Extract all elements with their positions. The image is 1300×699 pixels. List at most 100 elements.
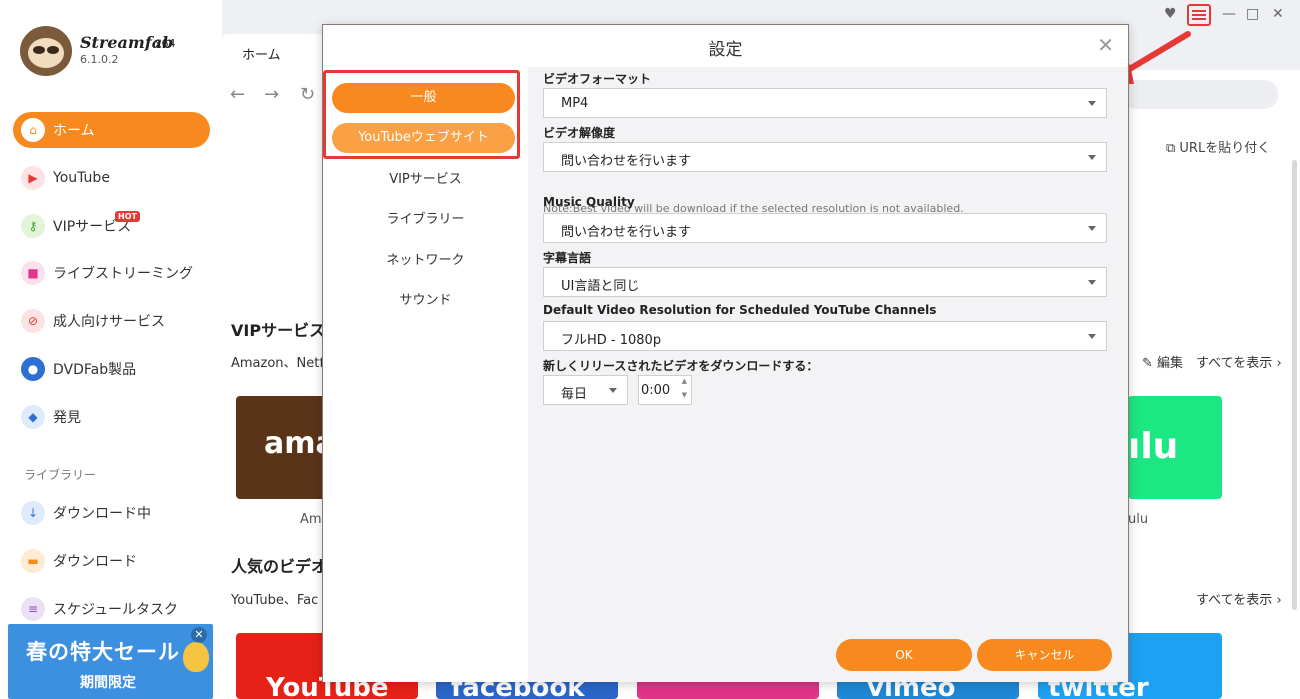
- category-youtube-site[interactable]: YouTubeウェブサイト: [332, 123, 515, 153]
- show-all-link-2[interactable]: すべてを表示 ›: [1196, 589, 1282, 608]
- cancel-button[interactable]: キャンセル: [977, 639, 1112, 671]
- sidebar-item-downloading[interactable]: ↓ ダウンロード中: [13, 495, 210, 531]
- subtitle-language-select[interactable]: UI言語と同じ: [543, 267, 1107, 297]
- sidebar-item-label: DVDFab製品: [53, 362, 137, 378]
- default-resolution-value: フルHD - 1080p: [561, 333, 662, 348]
- chevron-right-icon: ›: [1272, 356, 1282, 371]
- back-icon[interactable]: ←: [230, 84, 245, 105]
- dvdfab-icon: ●: [21, 357, 45, 381]
- show-all-label: すべてを表示: [1196, 593, 1273, 608]
- library-section-label: ライブラリー: [24, 468, 97, 482]
- highlight-box: 一般 YouTubeウェブサイト: [323, 70, 520, 159]
- hulu-tile[interactable]: ılu: [1128, 396, 1222, 499]
- spin-down-icon[interactable]: ▼: [682, 391, 687, 399]
- settings-categories: [323, 67, 528, 682]
- sidebar-item-vip[interactable]: ⚷ VIPサービス HOT: [13, 208, 210, 244]
- show-all-link[interactable]: すべてを表示 ›: [1196, 352, 1282, 371]
- sidebar-item-label: スケジュールタスク: [53, 602, 179, 618]
- sidebar-item-label: 発見: [53, 410, 81, 426]
- menu-icon[interactable]: [1187, 4, 1211, 26]
- sale-banner-title: 春の特大セール: [26, 640, 180, 664]
- sidebar-item-home[interactable]: ⌂ ホーム: [13, 112, 210, 148]
- settings-panel: ビデオフォーマット MP4 ビデオ解像度 問い合わせを行います Note:Bes…: [528, 67, 1128, 629]
- paste-url-button[interactable]: ⧉ URLを貼り付く: [1166, 137, 1270, 156]
- sidebar-item-adult[interactable]: ⊘ 成人向けサービス: [13, 303, 210, 339]
- vip-subtext: Amazon、Netf: [231, 356, 324, 371]
- category-vip[interactable]: VIPサービス: [323, 168, 528, 187]
- chevron-down-icon: [1088, 280, 1096, 285]
- camera-icon: ■: [21, 261, 45, 285]
- time-value: 0:00: [641, 383, 671, 398]
- frequency-value: 毎日: [561, 387, 588, 402]
- sidebar-item-youtube[interactable]: ▶ YouTube: [13, 160, 210, 196]
- pencil-icon: ✎: [1142, 356, 1158, 371]
- chevron-down-icon: [1088, 226, 1096, 231]
- window-close-icon[interactable]: ✕: [1272, 6, 1284, 22]
- download-icon: ↓: [21, 501, 45, 525]
- video-format-label: ビデオフォーマット: [543, 72, 652, 86]
- settings-dialog: 設定 ✕ 一般 YouTubeウェブサイト VIPサービス ライブラリー ネット…: [322, 24, 1129, 682]
- edit-label: 編集: [1157, 356, 1184, 371]
- ok-button[interactable]: OK: [836, 639, 972, 671]
- sidebar-item-schedule[interactable]: ≡ スケジュールタスク: [13, 591, 210, 627]
- category-library[interactable]: ライブラリー: [323, 208, 528, 227]
- sidebar-item-downloaded[interactable]: ▬ ダウンロード: [13, 543, 210, 579]
- compass-icon: ◆: [21, 405, 45, 429]
- maximize-icon[interactable]: □: [1246, 6, 1259, 22]
- dialog-footer: OK キャンセル: [528, 629, 1128, 682]
- sidebar-item-label: ライブストリーミング: [53, 266, 193, 282]
- app-arch: x64: [155, 37, 176, 50]
- new-release-label: 新しくリリースされたビデオをダウンロードする：: [543, 359, 819, 373]
- amazon-tile[interactable]: ama: [236, 396, 336, 499]
- streamfab-logo: [20, 26, 72, 76]
- resolution-value: 問い合わせを行います: [561, 154, 692, 169]
- chevron-right-icon: ›: [1272, 593, 1282, 608]
- scrollbar[interactable]: [1292, 160, 1297, 610]
- folder-icon: ▬: [21, 549, 45, 573]
- popular-heading: 人気のビデオ: [231, 557, 328, 576]
- sidebar: Streamfab x64 6.1.0.2 ⌂ ホーム ▶ YouTube ⚷ …: [0, 0, 222, 699]
- sidebar-item-live[interactable]: ■ ライブストリーミング: [13, 255, 210, 291]
- spin-up-icon[interactable]: ▲: [682, 377, 687, 385]
- sidebar-item-discover[interactable]: ◆ 発見: [13, 399, 210, 435]
- copy-icon: ⧉: [1166, 141, 1180, 156]
- music-quality-label: Music Quality: [543, 195, 635, 209]
- vip-heading: VIPサービス: [231, 321, 326, 340]
- resolution-label: ビデオ解像度: [543, 126, 616, 140]
- edit-button[interactable]: ✎ 編集: [1142, 352, 1183, 371]
- default-resolution-select[interactable]: フルHD - 1080p: [543, 321, 1107, 351]
- hot-badge: HOT: [115, 211, 140, 222]
- sale-banner[interactable]: 春の特大セール 期間限定 ✕: [8, 624, 213, 699]
- subtitle-language-label: 字幕言語: [543, 251, 592, 265]
- chevron-down-icon: [1088, 334, 1096, 339]
- close-icon[interactable]: ✕: [1097, 33, 1114, 57]
- category-general[interactable]: 一般: [332, 83, 515, 113]
- schedule-icon: ≡: [21, 597, 45, 621]
- amazon-caption: Am: [300, 512, 322, 527]
- music-quality-select[interactable]: 問い合わせを行います: [543, 213, 1107, 243]
- youtube-icon: ▶: [21, 166, 45, 190]
- close-icon[interactable]: ✕: [191, 627, 207, 643]
- resolution-select[interactable]: 問い合わせを行います: [543, 142, 1107, 172]
- frequency-select[interactable]: 毎日: [543, 375, 628, 405]
- refresh-icon[interactable]: ↻: [300, 84, 315, 105]
- sidebar-item-label: ダウンロード中: [53, 506, 151, 522]
- sidebar-item-label: ホーム: [53, 123, 95, 139]
- default-resolution-label: Default Video Resolution for Scheduled Y…: [543, 303, 937, 317]
- show-all-label: すべてを表示: [1196, 356, 1273, 371]
- chevron-down-icon: [1088, 101, 1096, 106]
- sidebar-item-label: 成人向けサービス: [53, 314, 165, 330]
- adult-icon: ⊘: [21, 309, 45, 333]
- skin-icon[interactable]: ♥: [1164, 6, 1177, 22]
- category-network[interactable]: ネットワーク: [323, 249, 528, 268]
- tab-home[interactable]: ホーム: [222, 34, 332, 70]
- category-sound[interactable]: サウンド: [323, 289, 528, 308]
- forward-icon[interactable]: →: [264, 84, 279, 105]
- video-format-value: MP4: [561, 96, 589, 111]
- time-input[interactable]: 0:00 ▲ ▼: [638, 375, 692, 405]
- sidebar-item-label: ダウンロード: [53, 554, 137, 570]
- minimize-icon[interactable]: —: [1222, 6, 1236, 22]
- home-icon: ⌂: [21, 118, 45, 142]
- video-format-select[interactable]: MP4: [543, 88, 1107, 118]
- sidebar-item-dvdfab[interactable]: ● DVDFab製品: [13, 351, 210, 387]
